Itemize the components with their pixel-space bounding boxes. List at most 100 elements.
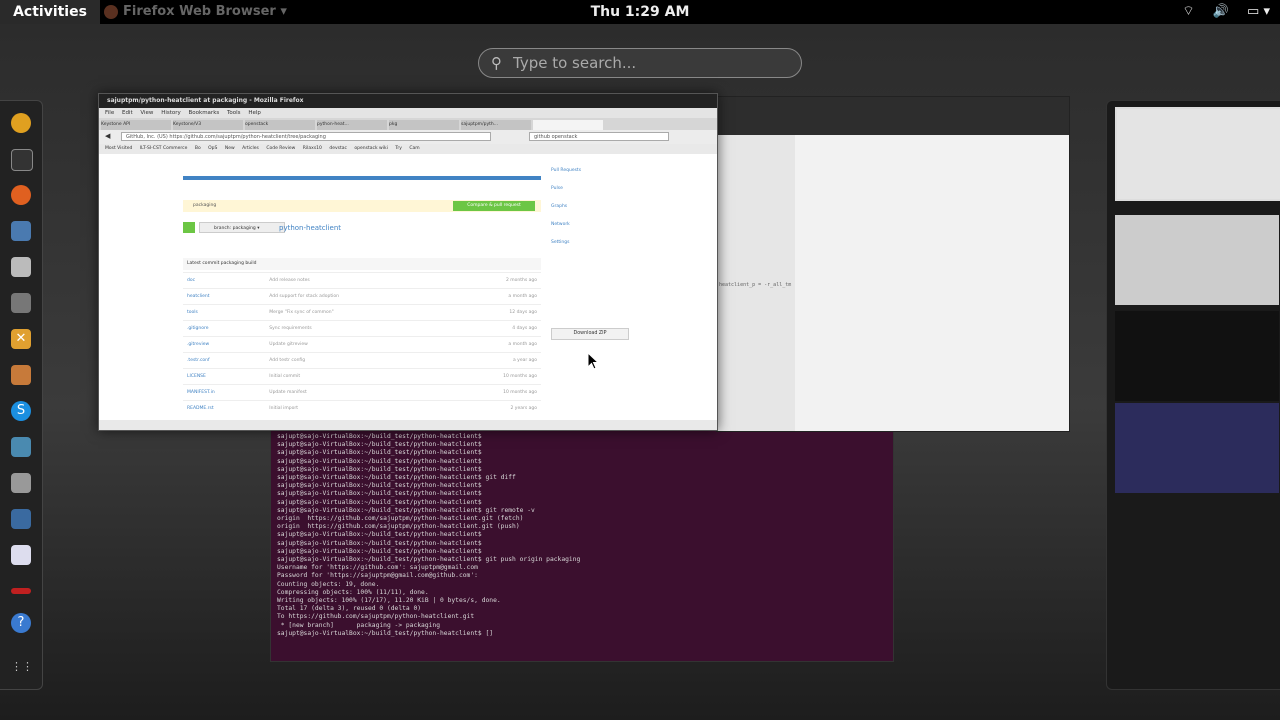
url-bar[interactable]: GitHub, Inc. (US) https://github.com/saj… [121,132,491,141]
bookmark-item[interactable]: Articles [242,146,259,151]
file-age: a month ago [444,336,541,353]
bookmark-item[interactable]: New [225,146,235,151]
firefox-navbar: ◀ GitHub, Inc. (US) https://github.com/s… [99,130,717,144]
bookmark-item[interactable]: openstack wiki [354,146,387,151]
menu-history[interactable]: History [161,110,181,116]
bookmark-item[interactable]: Bo [195,146,201,151]
status-area[interactable]: ⌔ 🔊 ▭ ▾ [1168,0,1270,24]
browser-tab[interactable]: Keystone API [101,120,171,130]
bookmark-item[interactable]: Cam [409,146,419,151]
file-name[interactable]: heatclient [183,288,266,305]
menu-edit[interactable]: Edit [122,110,133,116]
download-zip-button[interactable]: Download ZIP [551,328,629,340]
menu-bookmarks[interactable]: Bookmarks [189,110,220,116]
file-row[interactable]: .testr.conf Add testr config a year ago [183,352,541,369]
file-row[interactable]: .gitreview Update gitreview a month ago [183,336,541,353]
wifi-icon[interactable]: ⌔ [1182,4,1194,19]
bookmark-item[interactable]: Rilaxs10 [303,146,322,151]
file-name[interactable]: .gitignore [183,320,266,337]
repo-name-link[interactable]: python-heatclient [279,224,341,232]
usb-icon[interactable] [11,473,31,493]
file-row[interactable]: LICENSE Initial commit 10 months ago [183,368,541,385]
file-row[interactable]: doc Add release notes 2 months ago [183,272,541,289]
bookmarks-toolbar: Most Visited ILT-SI-CST Commerce Bo OpS … [99,144,717,154]
file-row[interactable]: MANIFEST.in Update manifest 10 months ago [183,384,541,401]
web-search-input[interactable]: github openstack [529,132,669,141]
sidebar-item-pull-requests[interactable]: Pull Requests [551,168,651,173]
bookmark-item[interactable]: Most Visited [105,146,132,151]
chromium-icon[interactable] [11,113,31,133]
browser-tab-active[interactable] [533,120,603,130]
menu-file[interactable]: File [105,110,114,116]
files-icon[interactable] [11,257,31,277]
skype-icon[interactable]: S [11,401,31,421]
sidebar-item-network[interactable]: Network [551,222,651,227]
sidebar-item-pulse[interactable]: Pulse [551,186,651,191]
firefox-window[interactable]: sajuptpm/python-heatclient at packaging … [98,93,718,431]
terminal-output[interactable]: sajupt@sajo-VirtualBox:~/build_test/pyth… [277,433,580,638]
activities-button[interactable]: Activities [0,0,100,24]
file-row[interactable]: README.rst Initial import 2 years ago [183,400,541,416]
file-row[interactable]: tools Merge "Fix sync of common" 12 days a… [183,304,541,321]
editor-code-line: heatclient_p = -r_all_tm [719,282,792,288]
file-commit-message: Add support for stack adoption [265,288,445,305]
sidebar-item-settings[interactable]: Settings [551,240,651,245]
app-menu-label: Firefox Web Browser ▾ [123,4,287,19]
browser-tab[interactable]: pkg [389,120,459,130]
terminal-icon[interactable] [11,149,33,171]
help-icon[interactable]: ? [11,613,31,633]
browser-tab[interactable]: openstack [245,120,315,130]
file-age: a year ago [444,352,541,369]
editor-titlebar[interactable] [717,97,1069,135]
calendar-icon[interactable] [11,365,31,385]
file-name[interactable]: .testr.conf [183,352,266,369]
file-name[interactable]: README.rst [183,400,266,416]
workspace-1[interactable] [1115,107,1280,201]
volume-icon[interactable]: 🔊 [1213,4,1229,19]
bookmark-item[interactable]: devstac [329,146,347,151]
back-icon[interactable]: ◀ [105,132,110,140]
menu-view[interactable]: View [140,110,153,116]
firefox-icon[interactable] [11,185,31,205]
browser-tab[interactable]: python-heat... [317,120,387,130]
search-box[interactable]: ⚲ [478,48,802,78]
workspace-3[interactable] [1115,311,1279,401]
file-name[interactable]: MANIFEST.in [183,384,266,401]
file-name[interactable]: .gitreview [183,336,266,353]
file-row[interactable]: .gitignore Sync requirements 4 days ago [183,320,541,337]
file-row[interactable]: heatclient Add support for stack adoption… [183,288,541,305]
workspace-4[interactable] [1115,403,1279,493]
clock[interactable]: Thu 1:29 AM [591,4,690,20]
battery-icon[interactable]: ▭ ▾ [1247,4,1270,19]
file-name[interactable]: tools [183,304,266,321]
browser-tab[interactable]: sajuptpm/pyth... [461,120,531,130]
sidebar-item-graphs[interactable]: Graphs [551,204,651,209]
show-apps-icon[interactable]: ⋮⋮ [11,657,33,677]
bookmark-item[interactable]: Try [395,146,402,151]
settings-icon[interactable]: ✕ [11,329,31,349]
browser-tab[interactable]: Keystone/V3 [173,120,243,130]
document-icon[interactable] [11,545,31,565]
image-viewer-icon[interactable] [11,221,31,241]
red-app-icon[interactable] [11,588,31,594]
menu-help[interactable]: Help [248,110,261,116]
file-name[interactable]: doc [183,272,266,289]
workspace-2[interactable] [1115,215,1279,305]
bookmark-item[interactable]: ILT-SI-CST Commerce [140,146,188,151]
menu-tools[interactable]: Tools [227,110,241,116]
compare-pull-request-button[interactable]: Compare & pull request [453,201,535,211]
compare-icon[interactable] [183,222,195,233]
bookmark-item[interactable]: Code Review [266,146,295,151]
notes-icon[interactable] [11,509,31,529]
search-input[interactable] [511,52,795,74]
firefox-title[interactable]: sajuptpm/python-heatclient at packaging … [99,94,717,108]
editor-window[interactable]: heatclient_p = -r_all_tm [716,96,1070,432]
branch-select[interactable]: branch: packaging ▾ [199,222,285,233]
software-center-icon[interactable] [11,293,31,313]
chat-icon[interactable] [11,437,31,457]
branch-notice-label: packaging [193,203,217,208]
firefox-statusbar [99,420,717,430]
app-menu[interactable]: Firefox Web Browser ▾ [104,0,287,24]
file-name[interactable]: LICENSE [183,368,266,385]
bookmark-item[interactable]: OpS [208,146,217,151]
